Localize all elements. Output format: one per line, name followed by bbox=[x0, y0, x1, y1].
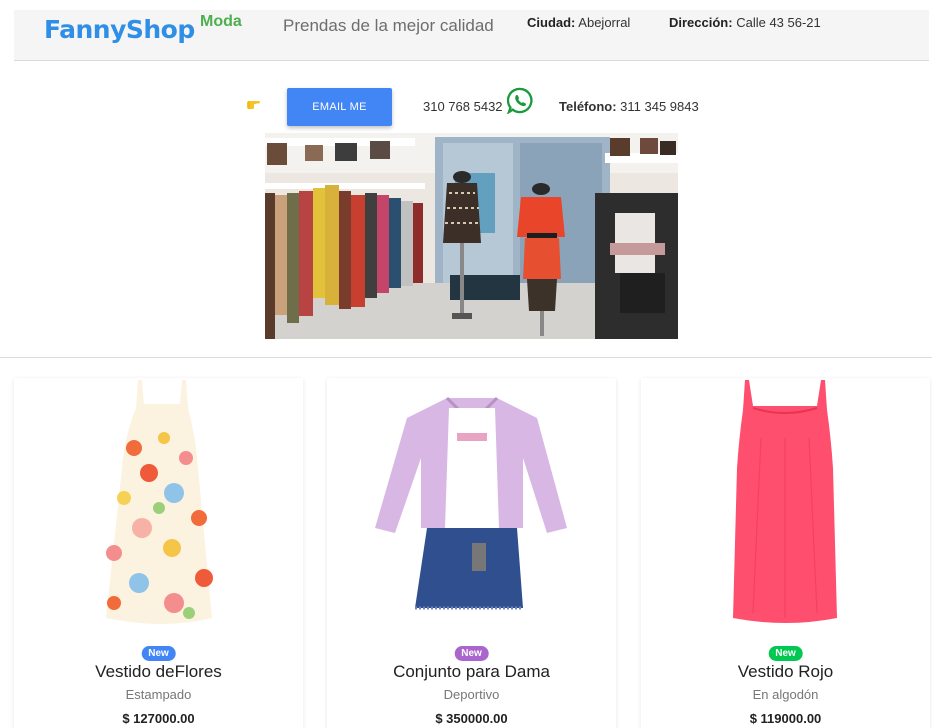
email-me-button[interactable]: EMAIL ME bbox=[287, 88, 392, 126]
product-card[interactable]: New Vestido deFlores Estampado $ 127000.… bbox=[14, 378, 303, 728]
whatsapp-icon[interactable] bbox=[507, 87, 534, 114]
phone-info: Teléfono: 311 345 9843 bbox=[559, 99, 699, 114]
dama-set-image[interactable] bbox=[327, 378, 616, 630]
section-divider bbox=[0, 357, 932, 358]
city-label: Ciudad: bbox=[527, 15, 576, 30]
contact-row: EMAIL ME 310 768 5432 Teléfono: 311 345 … bbox=[0, 86, 932, 128]
address-label: Dirección: bbox=[669, 15, 733, 30]
city-value: Abejorral bbox=[578, 15, 631, 30]
red-dress-image[interactable] bbox=[641, 378, 930, 630]
phone-value: 311 345 9843 bbox=[620, 99, 699, 114]
product-price: $ 350000.00 bbox=[435, 711, 508, 726]
product-subtitle: Estampado bbox=[125, 687, 192, 702]
product-subtitle: En algodón bbox=[752, 687, 819, 702]
floral-dress-image[interactable] bbox=[14, 378, 303, 630]
new-badge: New bbox=[768, 646, 803, 661]
brand-logo[interactable]: FannyShop bbox=[44, 15, 195, 44]
product-subtitle: Deportivo bbox=[443, 687, 500, 702]
pointing-hand-icon bbox=[247, 101, 260, 109]
new-badge: New bbox=[141, 646, 176, 661]
product-title[interactable]: Conjunto para Dama bbox=[327, 662, 616, 682]
phone-label: Teléfono: bbox=[559, 99, 617, 114]
store-photo bbox=[265, 133, 678, 339]
address-value: Calle 43 56-21 bbox=[736, 15, 821, 30]
product-card[interactable]: New Conjunto para Dama Deportivo $ 35000… bbox=[327, 378, 616, 728]
product-card[interactable]: New Vestido Rojo En algodón $ 119000.00 bbox=[641, 378, 930, 728]
product-price: $ 119000.00 bbox=[749, 711, 822, 726]
category-tag: Moda bbox=[200, 13, 242, 30]
product-title[interactable]: Vestido Rojo bbox=[641, 662, 930, 682]
top-navbar: FannyShop Moda Prendas de la mejor calid… bbox=[14, 10, 929, 61]
city-info: Ciudad: Abejorral bbox=[527, 15, 630, 30]
slogan: Prendas de la mejor calidad bbox=[283, 16, 494, 35]
whatsapp-number: 310 768 5432 bbox=[423, 99, 503, 114]
address-info: Dirección: Calle 43 56-21 bbox=[669, 15, 821, 30]
store-photo-illustration bbox=[265, 133, 678, 339]
product-price: $ 127000.00 bbox=[122, 711, 195, 726]
new-badge: New bbox=[454, 646, 489, 661]
product-title[interactable]: Vestido deFlores bbox=[14, 662, 303, 682]
